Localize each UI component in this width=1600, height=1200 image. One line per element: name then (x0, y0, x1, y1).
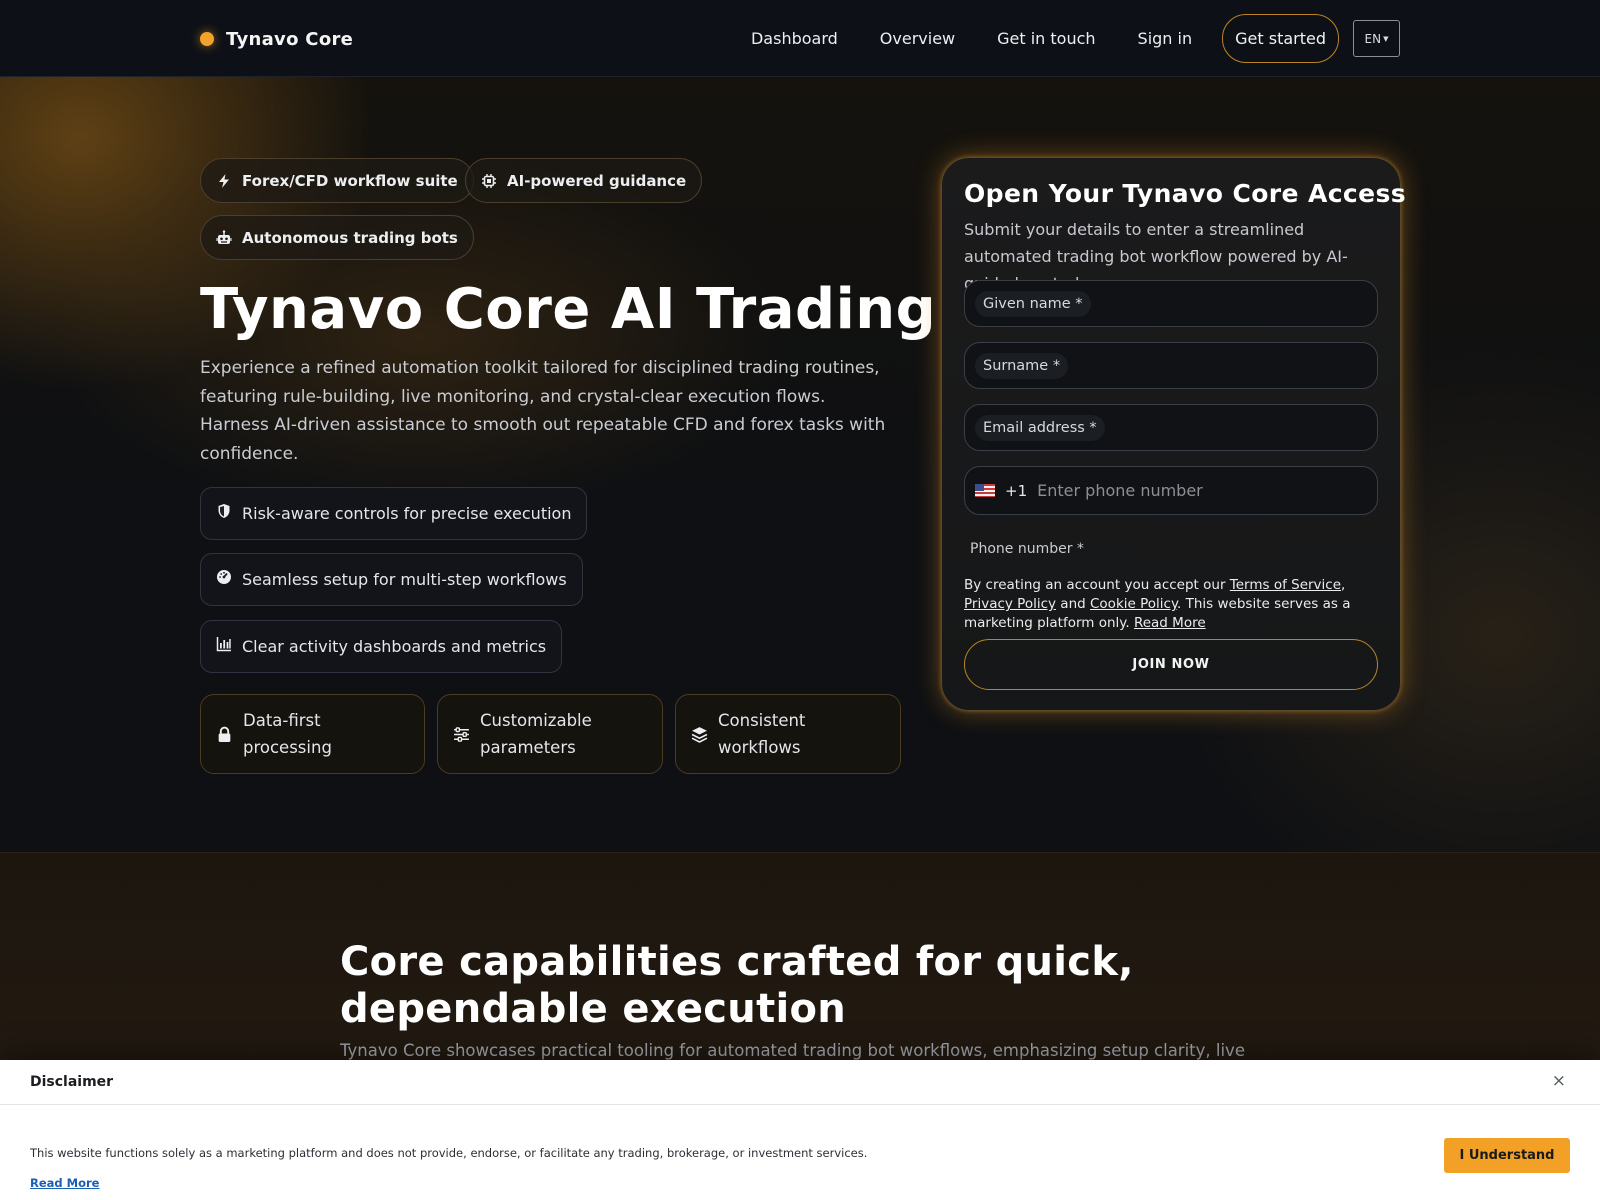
card-label: Data-first processing (243, 711, 332, 757)
privacy-link[interactable]: Privacy Policy (964, 596, 1056, 612)
nav-overview[interactable]: Overview (880, 29, 955, 48)
feature-risk-controls: Risk-aware controls for precise executio… (200, 487, 588, 540)
feature-dashboards: Clear activity dashboards and metrics (200, 620, 563, 673)
bolt-icon (219, 173, 229, 188)
surname-field[interactable]: Surname * (964, 342, 1378, 389)
feature-label: Clear activity dashboards and metrics (242, 637, 547, 656)
given-name-field[interactable]: Given name * (964, 280, 1378, 327)
nav-sign-in[interactable]: Sign in (1138, 29, 1193, 48)
language-code: EN (1364, 31, 1382, 46)
phone-input[interactable] (1037, 481, 1358, 500)
signup-panel: Open Your Tynavo Core Access Submit your… (941, 157, 1406, 711)
chip-icon (482, 173, 496, 188)
disclaimer-title: Disclaimer (30, 1074, 114, 1090)
disclaimer-banner: Disclaimer × This website functions sole… (0, 1060, 1600, 1200)
legal-read-more-link[interactable]: Read More (1134, 615, 1206, 631)
disclaimer-header: Disclaimer × (0, 1060, 1600, 1105)
cookie-link[interactable]: Cookie Policy (1090, 596, 1177, 612)
given-name-label: Given name * (975, 291, 1091, 317)
main-nav: Dashboard Overview Get in touch Sign in … (751, 14, 1400, 63)
pill-forex-workflow: Forex/CFD workflow suite (200, 158, 474, 203)
join-now-button[interactable]: JOIN NOW (964, 639, 1378, 690)
close-icon[interactable]: × (1552, 1071, 1566, 1091)
capabilities-description: Tynavo Core showcases practical tooling … (340, 1041, 1245, 1060)
phone-label: Phone number * (970, 541, 1084, 557)
sliders-icon (454, 726, 469, 742)
caret-down-icon: ▼ (1383, 34, 1389, 43)
hero-title: Tynavo Core AI Trading (200, 277, 937, 342)
gauge-icon (217, 569, 231, 584)
layers-icon (691, 726, 708, 743)
surname-label: Surname * (975, 353, 1069, 379)
pill-label: Forex/CFD workflow suite (242, 171, 458, 190)
feature-label: Seamless setup for multi-step workflows (242, 570, 567, 589)
get-started-button[interactable]: Get started (1222, 14, 1339, 63)
email-label: Email address * (975, 415, 1105, 441)
feature-seamless-setup: Seamless setup for multi-step workflows (200, 553, 583, 606)
disclaimer-read-more-link[interactable]: Read More (30, 1176, 99, 1190)
nav-get-in-touch[interactable]: Get in touch (997, 29, 1095, 48)
phone-country-code[interactable]: +1 (1005, 482, 1027, 500)
us-flag-icon[interactable] (975, 484, 995, 497)
pill-ai-guidance: AI-powered guidance (465, 158, 703, 203)
legal-and: and (1056, 596, 1090, 612)
card-label: Consistent workflows (718, 711, 806, 757)
lock-icon (218, 726, 231, 742)
i-understand-button[interactable]: I Understand (1444, 1138, 1570, 1173)
site-header: Tynavo Core Dashboard Overview Get in to… (0, 0, 1600, 77)
disclaimer-text: This website functions solely as a marke… (30, 1146, 868, 1160)
brand-name: Tynavo Core (226, 28, 354, 50)
pill-label: Autonomous trading bots (242, 228, 458, 247)
robot-icon (216, 229, 232, 244)
language-selector[interactable]: EN ▼ (1353, 20, 1400, 57)
legal-sep: , (1341, 577, 1346, 593)
feature-label: Risk-aware controls for precise executio… (242, 504, 572, 523)
shield-icon (218, 503, 230, 518)
card-consistent: Consistent workflows (675, 694, 901, 774)
brand-logo[interactable]: Tynavo Core (200, 24, 353, 54)
card-customizable: Customizable parameters (437, 694, 663, 774)
card-label: Customizable parameters (480, 711, 592, 757)
hero-description: Experience a refined automation toolkit … (200, 358, 886, 464)
legal-text: By creating an account you accept our Te… (964, 576, 1384, 633)
signup-title: Open Your Tynavo Core Access (964, 179, 1407, 208)
pill-trading-bots: Autonomous trading bots (200, 215, 474, 260)
phone-field: +1 (964, 466, 1378, 515)
email-field[interactable]: Email address * (964, 404, 1378, 451)
pill-label: AI-powered guidance (507, 171, 687, 190)
bar-chart-icon (216, 636, 231, 651)
terms-link[interactable]: Terms of Service (1230, 577, 1341, 593)
card-data-first: Data-first processing (200, 694, 425, 774)
nav-dashboard[interactable]: Dashboard (751, 29, 838, 48)
brand-dot-icon (200, 32, 214, 46)
hero-section: Forex/CFD workflow suite AI-powered guid… (0, 77, 1600, 853)
capabilities-title: Core capabilities crafted for quick, dep… (340, 939, 1134, 1032)
legal-prefix: By creating an account you accept our (964, 577, 1230, 593)
